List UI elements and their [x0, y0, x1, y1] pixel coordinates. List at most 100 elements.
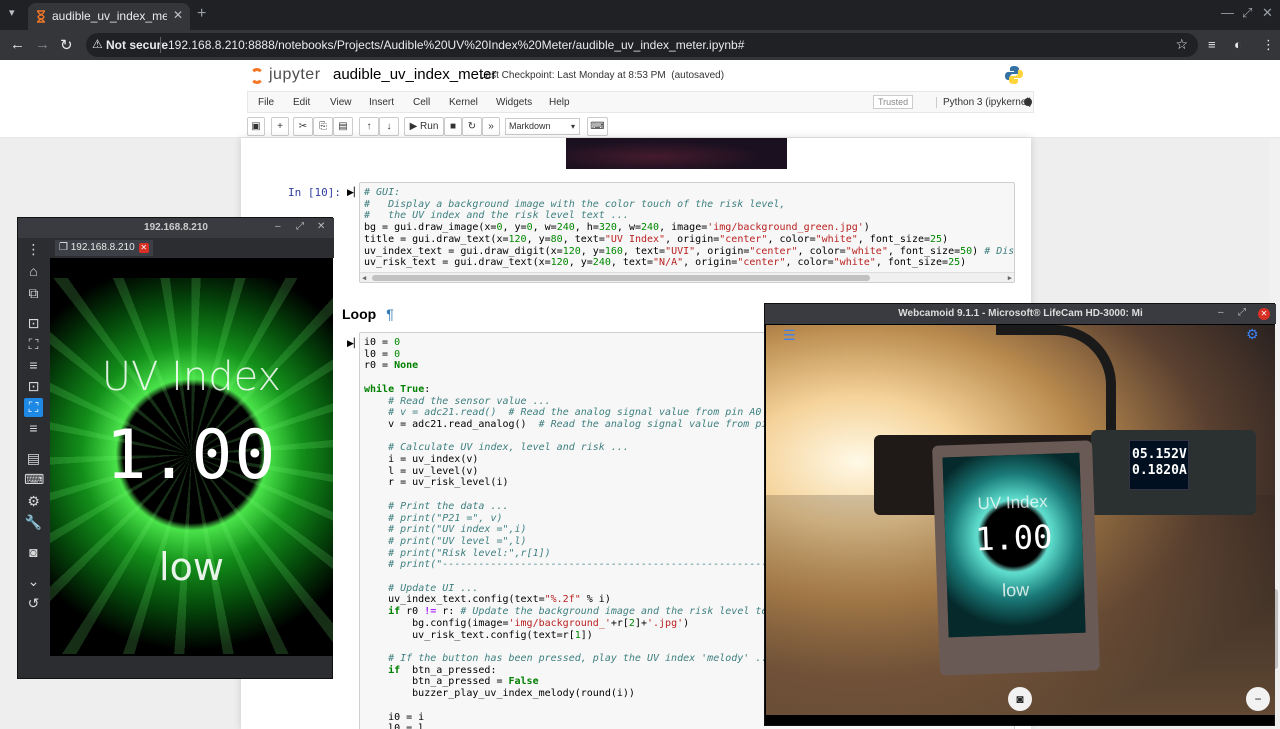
warning-icon[interactable]: ⚠: [92, 37, 103, 51]
new-tab-button[interactable]: +: [197, 5, 206, 23]
cell-type-select[interactable]: Markdown ▾: [505, 118, 580, 135]
trusted-badge[interactable]: Trusted: [873, 95, 914, 109]
tab-close-icon[interactable]: ✕: [173, 8, 183, 22]
minimize-icon[interactable]: —: [1221, 5, 1234, 20]
loop-heading[interactable]: Loop ¶: [342, 306, 394, 322]
save-icon[interactable]: ▣: [247, 117, 265, 136]
fullscreen-icon[interactable]: ⛶: [24, 335, 43, 354]
extension-icon[interactable]: ◐: [1234, 37, 1242, 52]
camera-icon[interactable]: ◙: [24, 543, 43, 562]
tab-copy-icon: ❐: [59, 242, 71, 253]
meter-voltage: 05.152V: [1132, 447, 1187, 462]
menu-cell[interactable]: Cell: [413, 97, 430, 108]
kernel-name[interactable]: Python 3 (ipykernel): [936, 97, 1032, 108]
output-image: [566, 138, 787, 169]
tab-search-icon[interactable]: ▾: [9, 6, 15, 19]
menu-kernel[interactable]: Kernel: [449, 97, 478, 108]
window-icon[interactable]: ⧉: [24, 284, 43, 303]
remote-display-window: 192.168.8.210 – ⤢ ✕ ❐ 192.168.8.210 ✕ ⋮ ⌂…: [17, 217, 334, 679]
snapshot-camera-icon[interactable]: ◙: [1008, 687, 1032, 711]
emu-close-icon[interactable]: ✕: [317, 221, 325, 232]
omnibox[interactable]: ⚠ Not secure 192.168.8.210:8888/notebook…: [86, 33, 1198, 57]
cut-icon[interactable]: ✂: [293, 117, 313, 136]
menu-icon[interactable]: ≡: [24, 419, 43, 438]
expand-icon[interactable]: ⛶: [24, 398, 43, 417]
menu-edit[interactable]: Edit: [293, 97, 310, 108]
disconnect-icon[interactable]: ↺: [24, 594, 43, 613]
more-menu-icon[interactable]: ⋮: [1262, 37, 1275, 53]
stop-minus-icon[interactable]: −: [1246, 687, 1270, 711]
display-icon[interactable]: ▤: [24, 449, 43, 468]
forward-arrow-icon[interactable]: →: [35, 36, 50, 53]
jupyter-logo-icon: [250, 68, 264, 84]
run-button[interactable]: ▶ Run: [404, 117, 444, 136]
jupyter-hourglass-icon: [37, 10, 45, 23]
emulator-title-bar[interactable]: 192.168.8.210: [18, 218, 334, 238]
settings-gear-icon[interactable]: ⚙: [24, 492, 43, 511]
emulator-sidebar: ⋮ ⌂ ⧉ ⊡ ⛶ ≡ ⊡ ⛶ ≡ ▤ ⌨ ⚙ 🔧 ◙ ⌄ ↺: [18, 238, 50, 678]
wrench-icon[interactable]: 🔧: [24, 513, 43, 532]
browser-tab[interactable]: audible_uv_index_meter ✕: [28, 3, 190, 30]
interrupt-icon[interactable]: ■: [444, 117, 462, 136]
menu-insert[interactable]: Insert: [369, 97, 394, 108]
address-bar: ← → ↻ ⚠ Not secure 192.168.8.210:8888/no…: [0, 30, 1280, 60]
cam-close-icon[interactable]: ✕: [1258, 308, 1270, 320]
uv-index-value: 1.00: [105, 416, 278, 495]
python-logo-icon: [1005, 66, 1023, 84]
menu-bar: File Edit View Insert Cell Kernel Widget…: [247, 91, 1034, 113]
anchor-link[interactable]: ¶: [386, 306, 394, 322]
usb-cable: [996, 325, 1116, 445]
scrollbar-thumb[interactable]: [372, 275, 870, 281]
restart-run-all-icon[interactable]: »: [482, 117, 500, 136]
tab-title: audible_uv_index_meter: [52, 9, 167, 23]
copy-icon[interactable]: ⎘: [313, 117, 333, 136]
list-icon[interactable]: ≡: [24, 356, 43, 375]
settings-gear-icon[interactable]: ⚙: [1246, 326, 1259, 343]
keyboard-icon[interactable]: ⌨: [587, 117, 608, 136]
emulator-tab[interactable]: ❐ 192.168.8.210 ✕: [55, 240, 153, 256]
security-label[interactable]: Not secure: [106, 38, 168, 52]
emulator-tab-close-icon[interactable]: ✕: [138, 243, 149, 253]
chevron-down-icon[interactable]: ⌄: [24, 572, 43, 591]
webcam-feed: ☰ ⚙ 05.152V 0.1820A UV Index 1.00 low ◙ …: [766, 325, 1275, 715]
menu-file[interactable]: File: [258, 97, 274, 108]
checkpoint-text: Last Checkpoint: Last Monday at 8:53 PM: [480, 70, 666, 81]
emu-minimize-icon[interactable]: –: [275, 221, 281, 232]
jupyter-logo[interactable]: jupyter: [250, 65, 330, 87]
maximize-icon[interactable]: ⤢: [1242, 5, 1252, 21]
cam-minimize-icon[interactable]: –: [1218, 307, 1224, 318]
bookmark-star-icon[interactable]: ☆: [1175, 36, 1188, 53]
back-arrow-icon[interactable]: ←: [10, 36, 25, 53]
move-down-icon[interactable]: ↓: [379, 117, 399, 136]
fit-screen-icon[interactable]: ⊡: [24, 314, 43, 333]
scroll-left-icon[interactable]: ◀: [362, 273, 366, 282]
scroll-right-icon[interactable]: ▶: [1008, 273, 1012, 282]
menu-help[interactable]: Help: [549, 97, 570, 108]
paste-icon[interactable]: ▤: [333, 117, 353, 136]
move-up-icon[interactable]: ↑: [359, 117, 379, 136]
playlist-icon[interactable]: ≡: [1208, 37, 1216, 52]
home-icon[interactable]: ⌂: [24, 262, 43, 281]
run-label: Run: [420, 121, 439, 132]
menu-widgets[interactable]: Widgets: [496, 97, 532, 108]
code-cell-gui[interactable]: # GUI: # Display a background image with…: [359, 182, 1015, 283]
more-menu-icon[interactable]: ⋮: [24, 240, 43, 259]
notebook-name[interactable]: audible_uv_index_meter: [333, 66, 496, 83]
keyboard-icon[interactable]: ⌨: [24, 470, 44, 489]
webcam-title-bar[interactable]: Webcamoid 9.1.1 - Microsoft® LifeCam HD-…: [765, 304, 1276, 324]
device-screen[interactable]: UV Index 1.00 low: [50, 258, 333, 656]
url-text[interactable]: 192.168.8.210:8888/notebooks/Projects/Au…: [168, 38, 744, 52]
menu-view[interactable]: View: [330, 97, 352, 108]
scale-icon[interactable]: ⊡: [24, 377, 43, 396]
horizontal-scrollbar[interactable]: ◀ ▶: [360, 272, 1014, 282]
emu-maximize-icon[interactable]: ⤢: [296, 221, 304, 232]
jupyter-header: jupyter audible_uv_index_meter Last Chec…: [0, 60, 1280, 138]
webcam-window: Webcamoid 9.1.1 - Microsoft® LifeCam HD-…: [764, 303, 1276, 726]
restart-icon[interactable]: ↻: [462, 117, 482, 136]
insert-cell-icon[interactable]: +: [271, 117, 289, 136]
cell-type-value: Markdown: [509, 121, 551, 131]
hamburger-menu-icon[interactable]: ☰: [783, 327, 796, 344]
window-close-icon[interactable]: ✕: [1262, 5, 1273, 21]
cam-maximize-icon[interactable]: ⤢: [1238, 307, 1246, 318]
reload-icon[interactable]: ↻: [60, 36, 73, 54]
